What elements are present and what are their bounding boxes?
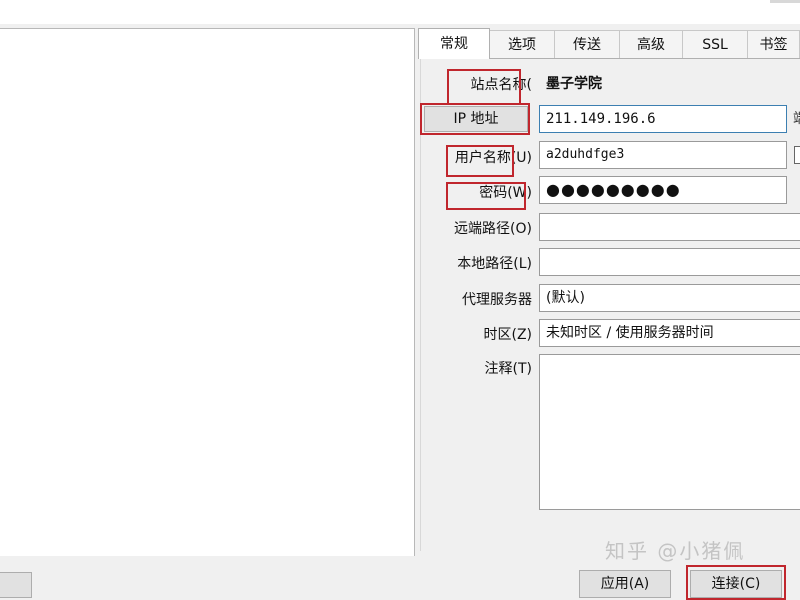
- password-input[interactable]: ●●●●●●●●●: [539, 176, 787, 204]
- tab-options[interactable]: 选项: [489, 30, 555, 58]
- site-name-field[interactable]: 墨子学院: [539, 70, 800, 98]
- tab-ssl[interactable]: SSL: [682, 30, 748, 58]
- remote-path-label: 远端路径(O): [454, 221, 532, 237]
- comment-label: 注释(T): [484, 361, 532, 377]
- anonymous-checkbox[interactable]: [794, 146, 800, 164]
- left-panel-button[interactable]: [0, 572, 32, 598]
- proxy-select[interactable]: (默认): [539, 284, 800, 312]
- ip-address-button[interactable]: IP 地址: [424, 106, 528, 132]
- tab-bookmarks[interactable]: 书签: [747, 30, 800, 58]
- tab-general[interactable]: 常规: [418, 28, 490, 59]
- password-label: 密码(W): [479, 185, 532, 201]
- timezone-select[interactable]: 未知时区 / 使用服务器时间: [539, 319, 800, 347]
- site-list-panel[interactable]: [0, 28, 415, 558]
- remote-path-input[interactable]: [539, 213, 800, 241]
- tab-advanced[interactable]: 高级: [619, 30, 683, 58]
- comment-textarea[interactable]: [539, 354, 800, 510]
- username-label: 用户名称(U): [454, 150, 532, 166]
- window-corner-mark: [770, 0, 800, 3]
- ip-address-input[interactable]: 211.149.196.6: [539, 105, 787, 133]
- site-name-label: 站点名称(: [470, 77, 532, 93]
- timezone-label: 时区(Z): [483, 327, 532, 343]
- tab-transfer[interactable]: 传送: [554, 30, 620, 58]
- proxy-label: 代理服务器: [462, 292, 532, 308]
- username-input[interactable]: a2duhdfge3: [539, 141, 787, 169]
- window-top-strip: [0, 0, 800, 24]
- zhihu-watermark: 知乎 @小猪佩: [605, 539, 746, 563]
- local-path-input[interactable]: [539, 248, 800, 276]
- local-path-label: 本地路径(L): [457, 256, 532, 272]
- apply-button[interactable]: 应用(A): [579, 570, 671, 598]
- connect-button[interactable]: 连接(C): [690, 570, 782, 598]
- truncated-label: 端: [793, 108, 800, 128]
